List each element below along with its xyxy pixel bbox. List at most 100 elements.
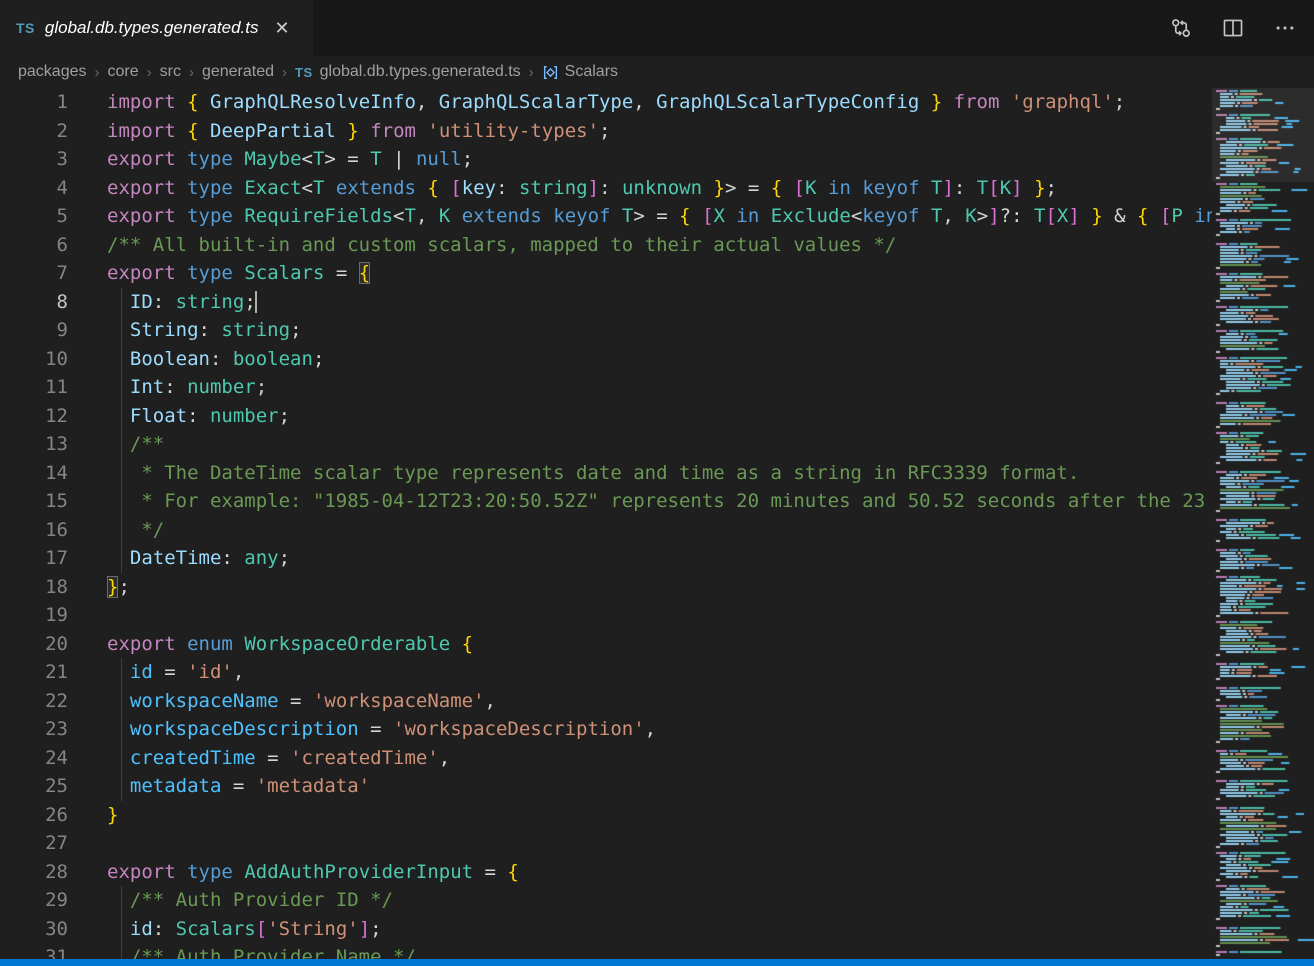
code-line[interactable]: 8 ID: string; xyxy=(0,288,1212,317)
line-number[interactable]: 14 xyxy=(0,459,68,488)
indent-guide xyxy=(121,744,122,773)
line-number[interactable]: 12 xyxy=(0,402,68,431)
code-text: ID: string; xyxy=(107,288,1212,317)
code-line[interactable]: 23 workspaceDescription = 'workspaceDesc… xyxy=(0,715,1212,744)
line-number[interactable]: 31 xyxy=(0,943,68,959)
code-line[interactable]: 10 Boolean: boolean; xyxy=(0,345,1212,374)
line-number[interactable]: 19 xyxy=(0,601,68,630)
code-line[interactable]: 20 export enum WorkspaceOrderable { xyxy=(0,630,1212,659)
code-line[interactable]: 28 export type AddAuthProviderInput = { xyxy=(0,858,1212,887)
status-bar xyxy=(0,959,1314,966)
code-line[interactable]: 22 workspaceName = 'workspaceName', xyxy=(0,687,1212,716)
code-text: /** Auth Provider Name */ xyxy=(107,943,1212,959)
line-number[interactable]: 8 xyxy=(0,288,68,317)
line-number[interactable]: 2 xyxy=(0,117,68,146)
breadcrumb-separator: › xyxy=(529,64,534,81)
code-line[interactable]: 13 /** xyxy=(0,430,1212,459)
breadcrumb: packages›core›src›generated›TSglobal.db.… xyxy=(0,56,1314,88)
close-icon[interactable]: ✕ xyxy=(275,19,290,37)
code-line[interactable]: 27 xyxy=(0,829,1212,858)
line-number[interactable]: 25 xyxy=(0,772,68,801)
line-number[interactable]: 29 xyxy=(0,886,68,915)
code-line[interactable]: 9 String: string; xyxy=(0,316,1212,345)
line-number[interactable]: 4 xyxy=(0,174,68,203)
breadcrumb-separator: › xyxy=(95,64,100,81)
breadcrumb-item-generated[interactable]: generated xyxy=(202,63,274,81)
line-number[interactable]: 1 xyxy=(0,88,68,117)
line-number[interactable]: 27 xyxy=(0,829,68,858)
code-line[interactable]: 11 Int: number; xyxy=(0,373,1212,402)
code-line[interactable]: 26} xyxy=(0,801,1212,830)
line-number[interactable]: 15 xyxy=(0,487,68,516)
code-text: Boolean: boolean; xyxy=(107,345,1212,374)
line-number[interactable]: 11 xyxy=(0,373,68,402)
code-line[interactable]: 18}; xyxy=(0,573,1212,602)
code-line[interactable]: 21 id = 'id', xyxy=(0,658,1212,687)
line-number[interactable]: 3 xyxy=(0,145,68,174)
tab-global-db-types[interactable]: TS global.db.types.generated.ts ✕ xyxy=(0,0,313,56)
line-number[interactable]: 26 xyxy=(0,801,68,830)
editor-actions xyxy=(1170,0,1314,56)
line-number[interactable]: 10 xyxy=(0,345,68,374)
code-text xyxy=(107,829,1212,858)
code-line[interactable]: 25 metadata = 'metadata' xyxy=(0,772,1212,801)
breadcrumb-separator: › xyxy=(189,64,194,81)
more-actions-icon[interactable] xyxy=(1274,17,1296,39)
code-line[interactable]: 12 Float: number; xyxy=(0,402,1212,431)
code-editor[interactable]: 1import { GraphQLResolveInfo, GraphQLSca… xyxy=(0,88,1212,959)
tab-bar: TS global.db.types.generated.ts ✕ xyxy=(0,0,1314,56)
line-number[interactable]: 13 xyxy=(0,430,68,459)
code-line[interactable]: 30 id: Scalars['String']; xyxy=(0,915,1212,944)
text-cursor xyxy=(255,291,257,313)
code-line[interactable]: 14 * The DateTime scalar type represents… xyxy=(0,459,1212,488)
code-line[interactable]: 7export type Scalars = { xyxy=(0,259,1212,288)
indent-guide xyxy=(121,373,122,402)
line-number[interactable]: 24 xyxy=(0,744,68,773)
split-editor-icon[interactable] xyxy=(1222,17,1244,39)
open-changes-icon[interactable] xyxy=(1170,17,1192,39)
minimap[interactable] xyxy=(1212,88,1314,959)
indent-guide xyxy=(121,772,122,801)
code-line[interactable]: 17 DateTime: any; xyxy=(0,544,1212,573)
breadcrumb-item-core[interactable]: core xyxy=(108,63,139,81)
code-line[interactable]: 5export type RequireFields<T, K extends … xyxy=(0,202,1212,231)
line-number[interactable]: 18 xyxy=(0,573,68,602)
line-number[interactable]: 30 xyxy=(0,915,68,944)
indent-guide xyxy=(121,487,122,516)
breadcrumb-item-symbol[interactable]: Scalars xyxy=(542,63,618,81)
line-number[interactable]: 28 xyxy=(0,858,68,887)
line-number[interactable]: 5 xyxy=(0,202,68,231)
line-number[interactable]: 21 xyxy=(0,658,68,687)
indent-guide xyxy=(121,459,122,488)
breadcrumb-item-packages[interactable]: packages xyxy=(18,63,87,81)
line-number[interactable]: 22 xyxy=(0,687,68,716)
line-number[interactable]: 9 xyxy=(0,316,68,345)
line-number[interactable]: 16 xyxy=(0,516,68,545)
code-line[interactable]: 15 * For example: "1985-04-12T23:20:50.5… xyxy=(0,487,1212,516)
breadcrumb-item-src[interactable]: src xyxy=(160,63,181,81)
code-line[interactable]: 16 */ xyxy=(0,516,1212,545)
line-number[interactable]: 23 xyxy=(0,715,68,744)
code-text: workspaceName = 'workspaceName', xyxy=(107,687,1212,716)
code-line[interactable]: 3export type Maybe<T> = T | null; xyxy=(0,145,1212,174)
code-text: export enum WorkspaceOrderable { xyxy=(107,630,1212,659)
line-number[interactable]: 20 xyxy=(0,630,68,659)
code-line[interactable]: 4export type Exact<T extends { [key: str… xyxy=(0,174,1212,203)
code-line[interactable]: 2import { DeepPartial } from 'utility-ty… xyxy=(0,117,1212,146)
code-line[interactable]: 6/** All built-in and custom scalars, ma… xyxy=(0,231,1212,260)
typescript-file-icon: TS xyxy=(16,20,35,36)
code-text: export type AddAuthProviderInput = { xyxy=(107,858,1212,887)
indent-guide xyxy=(121,402,122,431)
code-line[interactable]: 31 /** Auth Provider Name */ xyxy=(0,943,1212,959)
code-line[interactable]: 24 createdTime = 'createdTime', xyxy=(0,744,1212,773)
code-line[interactable]: 19 xyxy=(0,601,1212,630)
breadcrumb-item-file[interactable]: TSglobal.db.types.generated.ts xyxy=(295,63,521,81)
code-text: createdTime = 'createdTime', xyxy=(107,744,1212,773)
line-number[interactable]: 17 xyxy=(0,544,68,573)
line-number[interactable]: 6 xyxy=(0,231,68,260)
code-line[interactable]: 29 /** Auth Provider ID */ xyxy=(0,886,1212,915)
indent-guide xyxy=(121,316,122,345)
code-text: workspaceDescription = 'workspaceDescrip… xyxy=(107,715,1212,744)
line-number[interactable]: 7 xyxy=(0,259,68,288)
code-line[interactable]: 1import { GraphQLResolveInfo, GraphQLSca… xyxy=(0,88,1212,117)
